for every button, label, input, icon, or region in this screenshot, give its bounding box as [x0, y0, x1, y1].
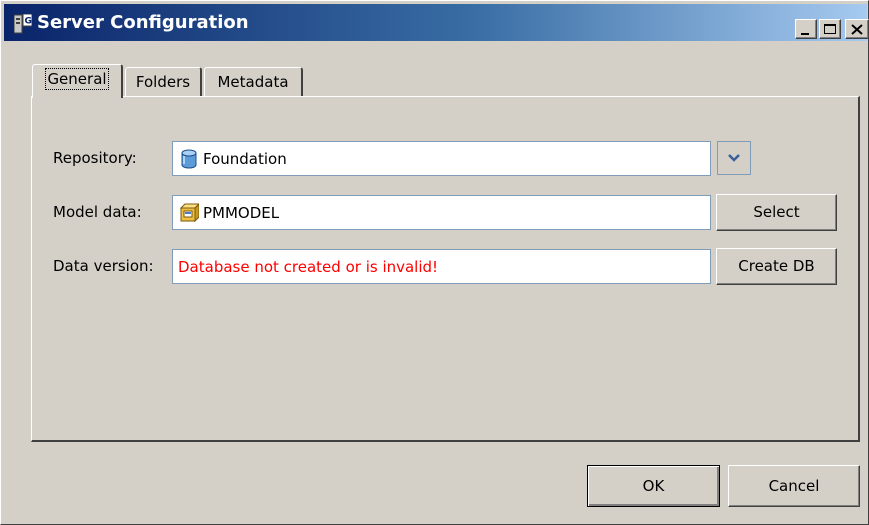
- model-data-label: Model data:: [53, 203, 142, 221]
- minimize-icon: [801, 33, 809, 35]
- tab-general[interactable]: General: [32, 64, 123, 98]
- close-icon: [851, 24, 863, 35]
- select-button[interactable]: Select: [716, 194, 837, 231]
- data-version-field: Database not created or is invalid!: [172, 249, 711, 284]
- minimize-button[interactable]: [795, 19, 817, 39]
- cancel-button[interactable]: Cancel: [728, 465, 860, 507]
- close-button[interactable]: [845, 19, 869, 39]
- maximize-icon: [824, 24, 836, 34]
- tab-folders[interactable]: Folders: [125, 67, 202, 96]
- model-package-icon: [179, 203, 199, 223]
- maximize-button[interactable]: [819, 19, 841, 39]
- repository-label: Repository:: [53, 149, 137, 167]
- repository-dropdown-button[interactable]: [717, 141, 751, 175]
- chevron-down-icon: [728, 154, 740, 162]
- tab-general-label: General: [45, 68, 109, 90]
- tab-folders-label: Folders: [135, 73, 191, 91]
- model-data-field[interactable]: PMMODEL: [172, 195, 711, 230]
- database-icon: [181, 149, 197, 169]
- tab-metadata-label: Metadata: [217, 73, 289, 91]
- ok-button[interactable]: OK: [587, 465, 720, 507]
- data-version-error-text: Database not created or is invalid!: [178, 258, 439, 276]
- tab-metadata[interactable]: Metadata: [204, 67, 303, 96]
- create-db-button[interactable]: Create DB: [716, 248, 837, 285]
- model-data-value: PMMODEL: [203, 204, 280, 222]
- repository-value: Foundation: [203, 150, 287, 168]
- server-configuration-dialog: G Server Configuration General Folders M…: [0, 0, 869, 525]
- data-version-label: Data version:: [53, 257, 154, 275]
- server-config-icon: G: [14, 14, 32, 34]
- svg-text:G: G: [25, 17, 32, 27]
- title-bar[interactable]: G Server Configuration: [4, 4, 869, 41]
- window-title: Server Configuration: [37, 12, 249, 33]
- repository-field[interactable]: Foundation: [172, 141, 711, 176]
